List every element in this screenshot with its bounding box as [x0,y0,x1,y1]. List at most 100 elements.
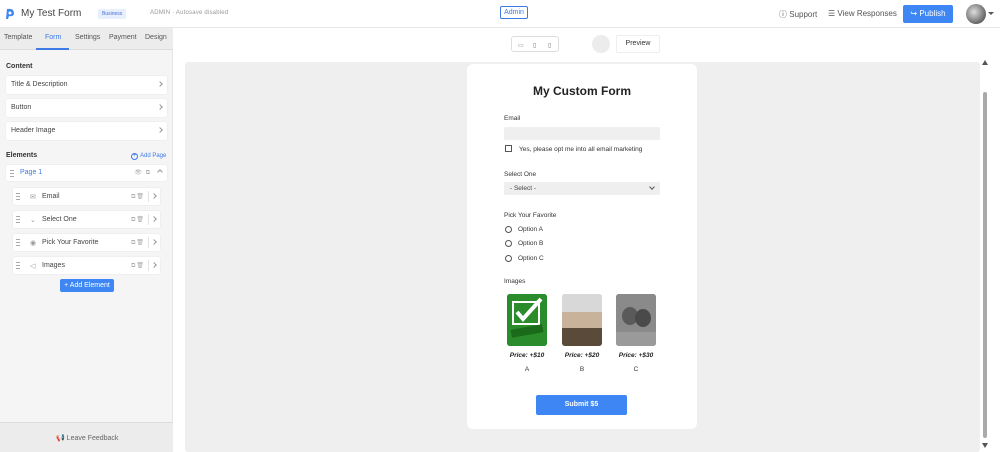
form-title[interactable]: My Custom Form [467,84,697,98]
chevron-right-icon [157,104,163,110]
radio-option-label: Option A [518,226,543,233]
tab-design[interactable]: Design [145,34,167,41]
leave-feedback-link[interactable]: 📢 Leave Feedback [56,434,118,442]
image-caption: A [524,366,530,373]
image-caption: B [579,366,585,373]
share-icon: ↪ [910,9,918,18]
tab-payment[interactable]: Payment [109,34,137,41]
add-page-label: Add Page [140,153,167,159]
image-option-b[interactable] [562,294,602,346]
content-item-title-description[interactable]: Title & Description [6,76,167,94]
drag-handle-icon[interactable] [16,216,20,223]
support-link[interactable]: ⓘ Support [779,9,817,20]
content-item-label: Button [11,104,32,111]
submit-button[interactable]: Submit $5 [536,395,627,415]
app-title[interactable]: My Test Form [21,8,81,19]
add-page-button[interactable]: + Add Page [131,153,166,160]
tablet-icon[interactable]: ▯ [533,42,536,49]
logo-icon[interactable] [5,8,15,20]
plan-badge: Business [98,9,127,19]
tab-settings[interactable]: Settings [75,34,100,41]
select-one-dropdown[interactable]: - Select - [504,182,660,195]
element-row-select-one[interactable]: ⌄ Select One ⧉🗑 [13,211,160,228]
element-label: Images [42,262,65,269]
chevron-right-icon[interactable] [151,193,157,199]
list-icon: ☰ [828,9,836,18]
image-option-a[interactable] [507,294,547,346]
image-price: Price: +$10 [509,352,545,359]
tab-template[interactable]: Template [4,34,32,41]
element-actions[interactable]: ⧉🗑 [131,216,145,224]
view-responses-link[interactable]: ☰ View Responses [828,9,897,18]
canvas-scrollbar[interactable] [982,60,988,452]
sidebar-tabs: Template Form Settings Payment Design [0,28,173,50]
divider [148,191,149,202]
publish-label: Publish [919,9,946,18]
form-card: My Custom Form Email Yes, please opt me … [467,64,697,429]
scroll-down-icon[interactable] [982,443,988,448]
mobile-icon[interactable]: ▯ [548,42,551,49]
select-value: - Select - [510,185,537,192]
element-actions[interactable]: ⧉🗑 [131,262,145,270]
content-item-button[interactable]: Button [6,99,167,117]
images-label: Images [504,278,526,285]
preview-button[interactable]: Preview [616,35,660,53]
content-item-label: Title & Description [11,81,68,88]
radio-group-label: Pick Your Favorite [504,212,557,219]
radio-icon: ◉ [30,240,37,247]
opt-in-checkbox[interactable] [505,145,512,152]
leave-feedback-label: Leave Feedback [66,435,119,442]
element-row-pick-your-favorite[interactable]: ◉ Pick Your Favorite ⧉🗑 [13,234,160,251]
image-price: Price: +$20 [564,352,600,359]
chevron-down-icon[interactable] [988,12,994,15]
page-actions[interactable]: 👁 ⧉ [134,169,151,177]
avatar[interactable] [966,4,986,24]
content-item-header-image[interactable]: Header Image [6,122,167,140]
email-field[interactable] [504,127,660,140]
active-tab-indicator [36,48,69,50]
chevron-right-icon[interactable] [151,239,157,245]
element-row-email[interactable]: ✉ Email ⧉🗑 [13,188,160,205]
select-label: Select One [504,171,537,178]
elements-section-title: Elements [6,152,38,159]
divider [148,214,149,225]
page-label: Page 1 [20,169,43,176]
support-label: Support [789,10,818,19]
page-row[interactable]: Page 1 👁 ⧉ [6,165,167,181]
element-actions[interactable]: ⧉🗑 [131,193,145,201]
feedback-bar[interactable]: 📢 Leave Feedback [0,422,173,452]
view-toggle[interactable] [592,35,610,53]
drag-handle-icon[interactable] [10,170,14,177]
email-label: Email [504,115,521,122]
desktop-icon[interactable]: ▭ [518,42,524,49]
sidebar: Template Form Settings Payment Design Co… [0,28,173,452]
drag-handle-icon[interactable] [16,262,20,269]
element-row-images[interactable]: ◁ Images ⧉🗑 [13,257,160,274]
chevron-up-icon[interactable] [157,169,163,175]
element-actions[interactable]: ⧉🗑 [131,239,145,247]
device-view-switch: ▭ ▯ ▯ [511,36,559,52]
element-label: Select One [42,216,77,223]
content-item-label: Header Image [11,127,56,134]
drag-handle-icon[interactable] [16,193,20,200]
chevron-right-icon[interactable] [151,216,157,222]
plus-icon: + [131,153,138,160]
chevron-down-icon: ⌄ [30,217,36,224]
admin-tag[interactable]: Admin [500,6,528,19]
megaphone-icon: 📢 [56,435,65,442]
chevron-right-icon [157,127,163,133]
chevron-right-icon[interactable] [151,262,157,268]
top-bar: My Test Form Business ADMIN · Autosave d… [0,0,1000,28]
mail-icon: ✉ [30,194,36,201]
radio-option-b[interactable] [505,240,512,247]
radio-option-c[interactable] [505,255,512,262]
drag-handle-icon[interactable] [16,239,20,246]
scroll-up-icon[interactable] [982,60,988,65]
tab-form[interactable]: Form [45,34,61,41]
image-option-c[interactable] [616,294,656,346]
opt-in-label: Yes, please opt me into all email market… [519,146,643,153]
scroll-thumb[interactable] [983,92,987,438]
radio-option-a[interactable] [505,226,512,233]
add-element-button[interactable]: + Add Element [60,279,114,292]
publish-button[interactable]: ↪ Publish [903,5,953,23]
